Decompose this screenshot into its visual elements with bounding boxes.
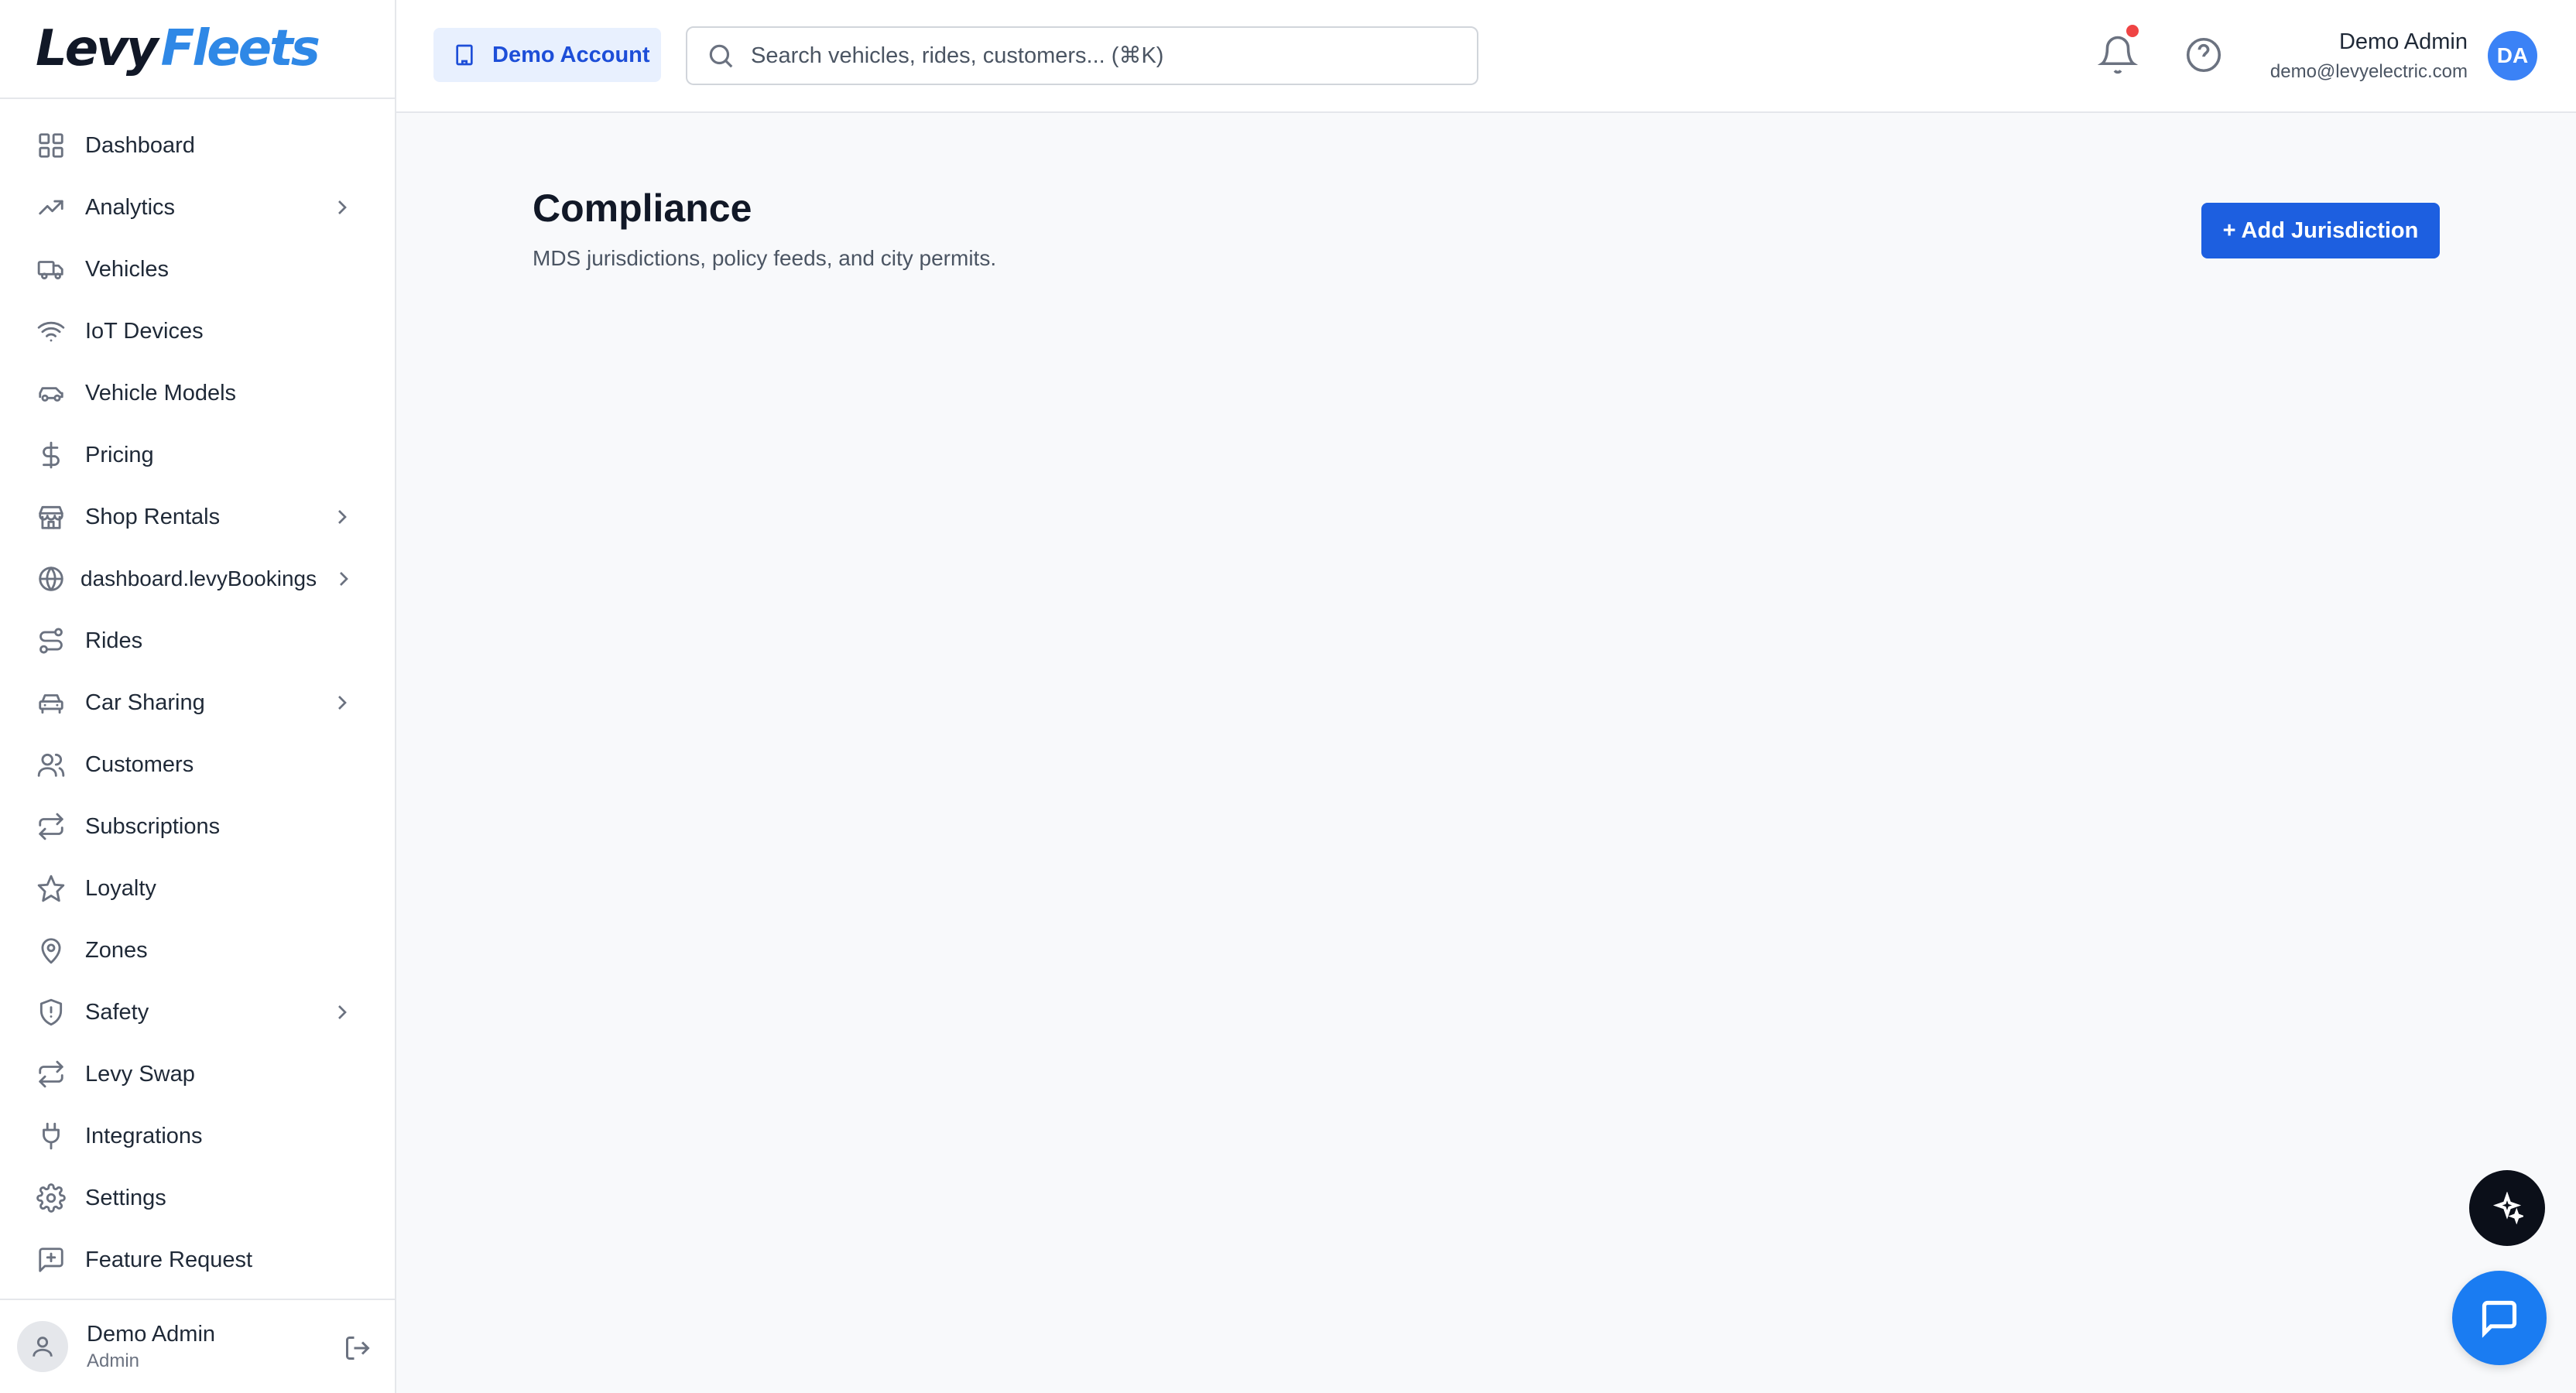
sidebar-item-customers[interactable]: Customers bbox=[0, 734, 395, 796]
sidebar-item-label: Levy Swap bbox=[85, 1061, 195, 1087]
notifications-bell-icon[interactable] bbox=[2097, 25, 2139, 76]
sidebar-item-dashboard[interactable]: Dashboard bbox=[0, 115, 395, 176]
sidebar-item-shop-rentals[interactable]: Shop Rentals bbox=[0, 486, 395, 548]
search-box[interactable] bbox=[686, 26, 1478, 85]
sidebar-item-label: Car Sharing bbox=[85, 690, 205, 715]
car-front-icon bbox=[36, 687, 67, 718]
help-icon[interactable] bbox=[2183, 34, 2225, 76]
ai-assistant-button[interactable] bbox=[2469, 1170, 2545, 1246]
logo-area: Levy Fleets bbox=[0, 0, 395, 99]
star-icon bbox=[36, 873, 67, 904]
building-icon bbox=[456, 44, 473, 66]
dollar-icon bbox=[36, 440, 67, 471]
sidebar-item-vehicle-models[interactable]: Vehicle Models bbox=[0, 362, 395, 424]
sidebar-item-label: Subscriptions bbox=[85, 813, 221, 839]
top-header: Demo Account Demo Admin demo@levyelectri… bbox=[396, 0, 2576, 113]
notification-dot bbox=[2126, 25, 2139, 37]
logo-text-levy: Levy bbox=[36, 20, 159, 77]
sidebar: Levy Fleets Dashboard Analytics Vehicles Io… bbox=[0, 0, 396, 1393]
sidebar-item-dashboard-levybookings[interactable]: dashboard.levyBookings bbox=[0, 548, 395, 610]
sidebar-item-label: Shop Rentals bbox=[85, 504, 221, 529]
map-pin-icon bbox=[36, 935, 67, 966]
swap-icon bbox=[36, 1059, 67, 1090]
search-icon bbox=[709, 44, 733, 68]
car-icon bbox=[36, 378, 67, 409]
sidebar-item-label: Loyalty bbox=[85, 875, 156, 901]
chat-button[interactable] bbox=[2452, 1271, 2547, 1365]
sidebar-item-label: IoT Devices bbox=[85, 318, 204, 344]
chevron-right-icon[interactable] bbox=[330, 690, 355, 715]
footer-user-role: Admin bbox=[87, 1350, 140, 1371]
chat-icon bbox=[2482, 1300, 2517, 1338]
sidebar-item-label: Integrations bbox=[85, 1123, 203, 1148]
sidebar-item-analytics[interactable]: Analytics bbox=[0, 176, 395, 238]
sidebar-item-levy-swap[interactable]: Levy Swap bbox=[0, 1043, 395, 1105]
message-plus-icon bbox=[36, 1244, 67, 1275]
sidebar-item-subscriptions[interactable]: Subscriptions bbox=[0, 796, 395, 857]
sidebar-item-label: Vehicles bbox=[85, 256, 170, 282]
sidebar-item-label: Feature Request bbox=[85, 1247, 253, 1272]
sidebar-item-label: Safety bbox=[85, 999, 149, 1025]
logo-text-fleets: Fleets bbox=[160, 20, 320, 77]
sidebar-item-label: Vehicle Models bbox=[85, 380, 237, 406]
sidebar-item-label: Analytics bbox=[85, 194, 176, 220]
chevron-right-icon[interactable] bbox=[330, 195, 355, 220]
sidebar-item-iot-devices[interactable]: IoT Devices bbox=[0, 300, 395, 362]
sidebar-item-label: Zones bbox=[85, 937, 148, 963]
sidebar-item-label: Customers bbox=[85, 751, 194, 777]
sidebar-item-zones[interactable]: Zones bbox=[0, 919, 395, 981]
sidebar-item-integrations[interactable]: Integrations bbox=[0, 1105, 395, 1167]
shield-icon bbox=[36, 997, 67, 1028]
page-subtitle: MDS jurisdictions, policy feeds, and cit… bbox=[533, 246, 997, 270]
sidebar-item-loyalty[interactable]: Loyalty bbox=[0, 857, 395, 919]
add-jurisdiction-button[interactable]: + Add Jurisdiction bbox=[2201, 203, 2440, 258]
chevron-right-icon[interactable] bbox=[330, 1000, 355, 1025]
sidebar-nav: Dashboard Analytics Vehicles IoT Devices Veh… bbox=[0, 99, 395, 1291]
sidebar-item-label: Rides bbox=[85, 628, 143, 653]
sidebar-item-feature-request[interactable]: Feature Request bbox=[0, 1229, 395, 1291]
user-avatar-icon bbox=[17, 1321, 68, 1372]
account-label: Demo Account bbox=[492, 42, 650, 67]
sidebar-item-safety[interactable]: Safety bbox=[0, 981, 395, 1043]
sidebar-item-label: dashboard.levyBookings bbox=[80, 566, 317, 590]
sidebar-item-settings[interactable]: Settings bbox=[0, 1167, 395, 1229]
user-menu[interactable]: Demo Admin demo@levyelectric.com bbox=[2270, 29, 2468, 83]
trending-up-icon bbox=[36, 192, 67, 223]
header-user-name: Demo Admin bbox=[2338, 29, 2468, 54]
chevron-right-icon[interactable] bbox=[331, 566, 356, 591]
plug-icon bbox=[36, 1121, 67, 1152]
sidebar-item-label: Dashboard bbox=[85, 132, 195, 158]
sparkles-icon bbox=[2492, 1192, 2523, 1224]
footer-user-name: Demo Admin bbox=[87, 1321, 216, 1347]
truck-icon bbox=[36, 254, 67, 285]
route-icon bbox=[36, 625, 67, 656]
store-icon bbox=[36, 501, 67, 532]
repeat-icon bbox=[36, 811, 67, 842]
sidebar-item-label: Pricing bbox=[85, 442, 154, 467]
search-input[interactable] bbox=[751, 43, 1447, 69]
header-avatar[interactable]: DA bbox=[2488, 31, 2537, 80]
sidebar-item-pricing[interactable]: Pricing bbox=[0, 424, 395, 486]
sidebar-item-car-sharing[interactable]: Car Sharing bbox=[0, 672, 395, 734]
app-logo[interactable]: Levy Fleets bbox=[36, 20, 320, 77]
logout-icon[interactable] bbox=[344, 1334, 372, 1362]
globe-icon bbox=[36, 563, 67, 594]
sidebar-item-label: Settings bbox=[85, 1185, 166, 1210]
header-user-email: demo@levyelectric.com bbox=[2269, 61, 2468, 82]
page-title: Compliance bbox=[533, 187, 752, 230]
sidebar-user-footer[interactable]: Demo Admin Admin bbox=[0, 1299, 395, 1393]
wifi-icon bbox=[36, 316, 67, 347]
users-icon bbox=[36, 749, 67, 780]
sidebar-item-vehicles[interactable]: Vehicles bbox=[0, 238, 395, 300]
gear-icon bbox=[36, 1183, 67, 1213]
sidebar-item-rides[interactable]: Rides bbox=[0, 610, 395, 672]
grid-icon bbox=[36, 130, 67, 161]
account-switcher-button[interactable]: Demo Account bbox=[433, 28, 661, 82]
chevron-right-icon[interactable] bbox=[330, 505, 355, 529]
